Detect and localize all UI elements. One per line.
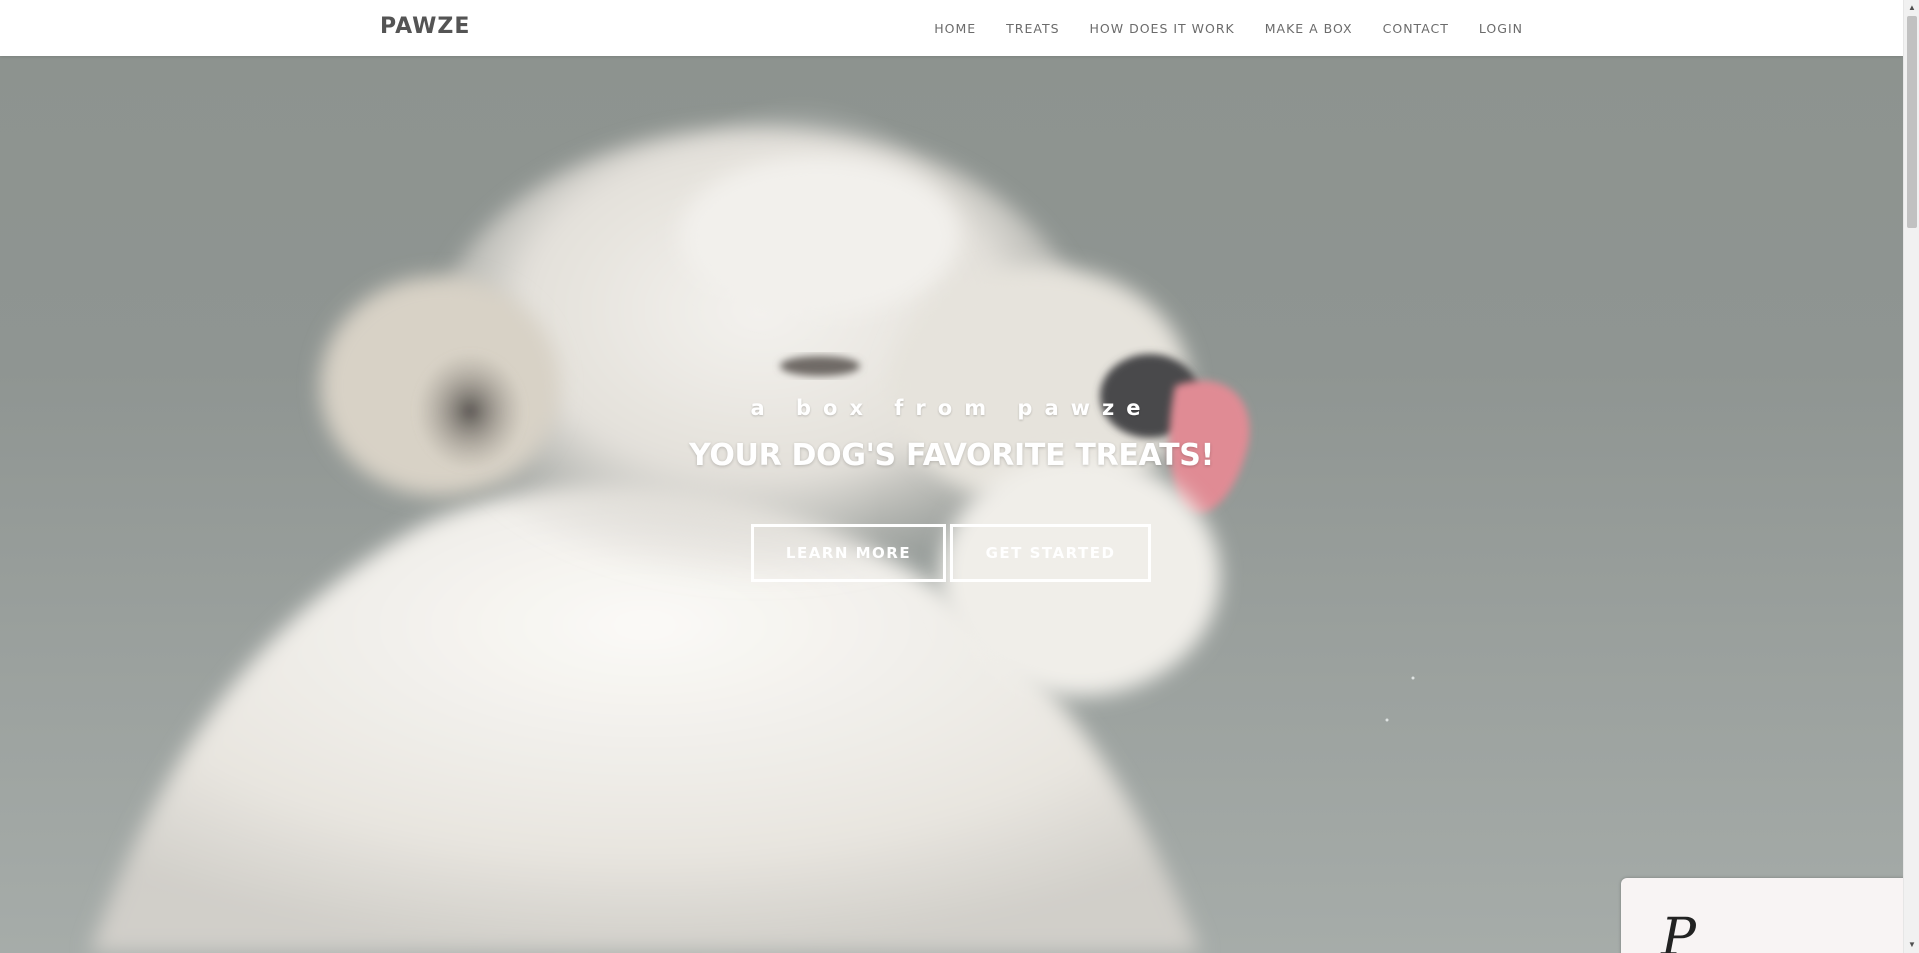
get-started-button[interactable]: GET STARTED [950,524,1151,582]
nav-links: HOME TREATS HOW DOES IT WORK MAKE A BOX … [904,0,1523,56]
nav-login[interactable]: LOGIN [1479,21,1523,36]
nav-treats[interactable]: TREATS [1006,21,1059,36]
page-scrollbar[interactable]: ▲ ▼ [1903,0,1919,953]
card-script-letter: P [1661,908,1696,953]
nav-contact[interactable]: CONTACT [1383,21,1449,36]
floating-card[interactable]: P [1621,878,1911,953]
scroll-thumb[interactable] [1907,16,1917,228]
scroll-down-icon[interactable]: ▼ [1904,937,1919,953]
hero-content: a box from pawze YOUR DOG'S FAVORITE TRE… [0,56,1903,953]
nav-make-a-box[interactable]: MAKE A BOX [1265,21,1353,36]
learn-more-button[interactable]: LEARN MORE [751,524,946,582]
navbar: PAWZE HOME TREATS HOW DOES IT WORK MAKE … [0,0,1903,56]
brand-logo[interactable]: PAWZE [380,14,470,39]
hero-section: a box from pawze YOUR DOG'S FAVORITE TRE… [0,56,1903,953]
nav-home[interactable]: HOME [934,21,976,36]
hero-headline: YOUR DOG'S FAVORITE TREATS! [688,438,1214,473]
hero-tagline: a box from pawze [750,396,1153,420]
scroll-up-icon[interactable]: ▲ [1904,0,1919,16]
nav-how-does-it-work[interactable]: HOW DOES IT WORK [1090,21,1235,36]
page: PAWZE HOME TREATS HOW DOES IT WORK MAKE … [0,0,1919,953]
